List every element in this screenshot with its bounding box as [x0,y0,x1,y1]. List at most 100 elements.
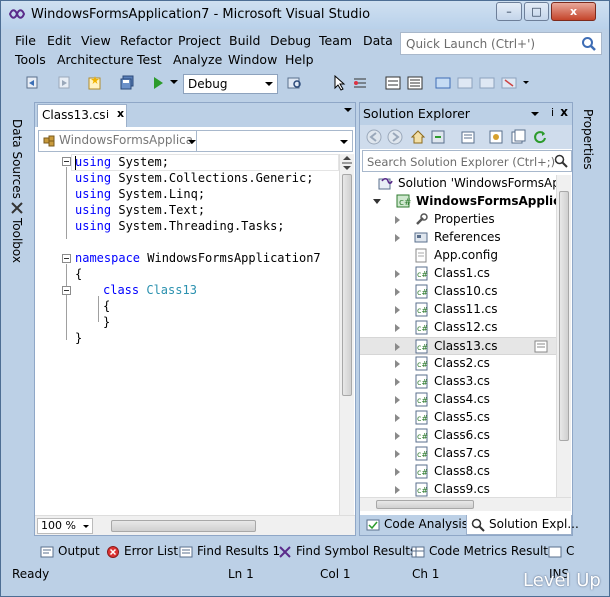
maximize-button[interactable]: □ [524,2,549,21]
menu-team[interactable]: Team [319,33,352,48]
collapse-class-icon[interactable] [62,286,71,295]
forward-navigate-icon[interactable] [57,75,73,91]
chevron-down-icon[interactable] [531,112,539,116]
document-list-chevron-icon[interactable] [344,108,352,112]
pin-icon[interactable]: ⅰ [551,106,554,119]
tree-item-properties[interactable]: Properties [360,211,556,229]
tree-item-app-config[interactable]: App.config [360,247,556,265]
tree-item-class4[interactable]: c# Class4.cs [360,391,556,409]
menu-window[interactable]: Window [228,52,277,67]
show-all-files-icon[interactable] [510,129,526,145]
previous-bookmark-icon[interactable] [457,75,473,91]
scroll-thumb[interactable] [376,500,474,509]
tab-find-symbol-results[interactable]: Find Symbol Results [276,544,416,562]
tree-item-class10[interactable]: c# Class10.cs [360,283,556,301]
tree-item-references[interactable]: References [360,229,556,247]
collapse-all-icon[interactable] [460,129,476,145]
quick-launch-input[interactable]: Quick Launch (Ctrl+') [400,32,602,55]
tree-item-class11[interactable]: c# Class11.cs [360,301,556,319]
collapse-chevron-icon[interactable] [373,199,381,204]
expand-chevron-icon[interactable] [395,270,400,278]
menu-tools[interactable]: Tools [15,52,46,67]
scroll-thumb[interactable] [559,191,569,441]
menu-analyze[interactable]: Analyze [173,52,222,67]
horizontal-scroll-thumb[interactable] [111,520,256,532]
zoom-select[interactable]: 100 % [37,518,93,534]
tab-overflow[interactable]: C [546,544,574,562]
chevron-down-icon[interactable] [188,140,196,144]
solution-explorer-horizontal-scrollbar[interactable] [360,497,571,511]
search-icon[interactable] [581,36,597,52]
next-bookmark-icon[interactable] [479,75,495,91]
expand-chevron-icon[interactable] [395,378,400,386]
data-sources-tab[interactable]: Data Sources [7,119,29,199]
expand-chevron-icon[interactable] [395,288,400,296]
close-panel-icon[interactable]: x [560,105,568,119]
start-debugging-icon[interactable] [150,75,166,91]
menu-build[interactable]: Build [229,33,260,48]
menu-view[interactable]: View [81,33,111,48]
toolbar-overflow-icon[interactable] [523,81,529,84]
tab-class13-cs[interactable]: Class13.cs ⅰ x [37,104,127,127]
refresh-icon[interactable] [532,129,548,145]
editor-vertical-scrollbar[interactable] [339,154,354,515]
tree-item-class2[interactable]: c# Class2.cs [360,355,556,373]
tree-item-class6[interactable]: c# Class6.cs [360,427,556,445]
forward-icon[interactable] [387,129,403,145]
search-icon[interactable] [554,154,568,168]
comment-lines-icon[interactable] [385,75,401,91]
pointer-tool-icon[interactable] [332,75,348,91]
collapse-usings-icon[interactable] [62,157,71,166]
preview-file-icon[interactable] [534,340,548,353]
sync-with-document-icon[interactable] [430,129,446,145]
close-tab-icon[interactable]: x [117,107,124,120]
pin-icon[interactable]: ⅰ [106,108,109,121]
tab-error-list[interactable]: Error List [104,544,178,562]
scroll-thumb[interactable] [342,174,352,396]
solution-explorer-search-input[interactable]: Search Solution Explorer (Ctrl+;) [362,150,572,172]
menu-edit[interactable]: Edit [47,33,71,48]
expand-chevron-icon[interactable] [395,468,400,476]
tree-item-class1[interactable]: c# Class1.cs [360,265,556,283]
menu-help[interactable]: Help [285,52,314,67]
expand-chevron-icon[interactable] [395,396,400,404]
collapse-namespace-icon[interactable] [62,254,71,263]
expand-chevron-icon[interactable] [395,343,400,351]
split-window-icon[interactable] [341,156,353,170]
chevron-down-icon[interactable] [340,140,348,144]
tab-code-analysis[interactable]: Code Analysis [362,515,468,535]
menu-test[interactable]: Test [137,52,162,67]
tree-item-class8[interactable]: c# Class8.cs [360,463,556,481]
tree-item-solution[interactable]: Solution 'WindowsFormsApp [360,175,556,193]
expand-chevron-icon[interactable] [395,486,400,494]
expand-chevron-icon[interactable] [395,432,400,440]
back-icon[interactable] [366,129,382,145]
menu-project[interactable]: Project [178,33,221,48]
expand-chevron-icon[interactable] [395,306,400,314]
back-navigate-icon[interactable] [25,75,41,91]
save-all-icon[interactable] [119,75,135,91]
expand-chevron-icon[interactable] [395,450,400,458]
tab-code-metrics-results[interactable]: Code Metrics Results [409,544,554,562]
tree-item-class12[interactable]: c# Class12.cs [360,319,556,337]
minimize-button[interactable]: – [496,2,522,21]
uncomment-lines-icon[interactable] [407,75,423,91]
code-area[interactable]: using System; using System.Collections.G… [35,154,340,515]
expand-chevron-icon[interactable] [395,360,400,368]
tab-find-results-1[interactable]: Find Results 1 [177,544,280,562]
tree-item-class5[interactable]: c# Class5.cs [360,409,556,427]
menu-file[interactable]: File [15,33,36,48]
tree-item-class9[interactable]: c# Class9.cs [360,481,556,497]
properties-icon[interactable] [488,129,504,145]
expand-chevron-icon[interactable] [395,414,400,422]
expand-chevron-icon[interactable] [395,234,400,242]
tab-solution-explorer[interactable]: Solution Expl... [466,515,579,535]
find-in-files-icon[interactable] [287,75,303,91]
tree-item-class7[interactable]: c# Class7.cs [360,445,556,463]
tree-item-class3[interactable]: c# Class3.cs [360,373,556,391]
step-into-icon[interactable] [352,75,368,91]
bookmark-icon[interactable] [435,75,451,91]
menu-architecture[interactable]: Architecture [57,52,134,67]
toolbox-tab[interactable]: Toolbox [7,201,29,271]
menu-debug[interactable]: Debug [270,33,311,48]
